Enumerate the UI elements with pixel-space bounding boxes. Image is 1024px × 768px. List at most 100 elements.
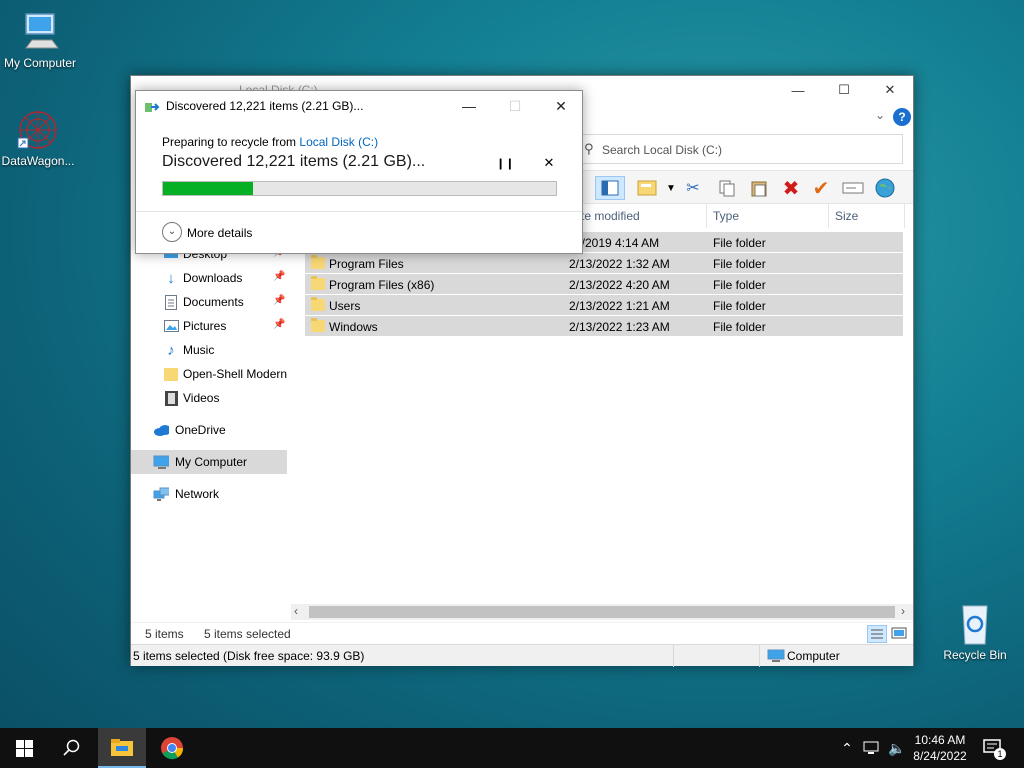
folder-options-icon[interactable] (635, 176, 659, 200)
help-icon[interactable]: ? (893, 108, 911, 126)
file-date: 2/13/2022 4:20 AM (569, 278, 670, 292)
desktop-icon-datawagon[interactable]: DataWagon... (0, 108, 78, 168)
expand-chevron-icon[interactable]: ⌄ (162, 222, 182, 242)
ribbon-expand-icon[interactable]: ⌄ (875, 108, 885, 122)
file-name: Program Files (329, 257, 404, 271)
table-row[interactable]: Users 2/13/2022 1:21 AM File folder (305, 295, 903, 316)
show-hidden-icons-button[interactable]: ⌃ (838, 728, 856, 768)
file-explorer-icon (111, 739, 133, 756)
column-type[interactable]: Type (707, 204, 829, 228)
resize-grip[interactable] (909, 651, 910, 652)
delete-icon[interactable]: ✖ (779, 176, 803, 200)
pin-icon: 📌 (273, 319, 286, 330)
preview-pane-icon[interactable] (595, 176, 625, 200)
dialog-maximize-button[interactable]: ☐ (492, 91, 538, 121)
volume-icon[interactable]: 🔈 (886, 728, 908, 768)
recycle-operation-icon (145, 100, 161, 117)
nav-item-downloads[interactable]: ↓ Downloads 📌 (131, 266, 287, 290)
more-details-button[interactable]: More details (187, 226, 252, 240)
file-date: 7/2019 4:14 AM (575, 236, 660, 250)
scrollbar-thumb[interactable] (309, 606, 895, 618)
computer-icon (18, 10, 62, 54)
file-type: File folder (713, 236, 766, 250)
search-button[interactable] (48, 728, 96, 768)
dialog-close-button[interactable]: ✕ (538, 91, 584, 121)
desktop-icon-my-computer[interactable]: My Computer (0, 10, 80, 70)
maximize-button[interactable]: ☐ (821, 76, 867, 104)
status-bar: 5 items 5 items selected (131, 622, 913, 644)
network-status-icon[interactable] (860, 728, 884, 768)
properties-check-icon[interactable]: ✔ (809, 176, 833, 200)
folder-icon (311, 318, 325, 332)
recycle-progress-dialog: Discovered 12,221 items (2.21 GB)... — ☐… (135, 90, 583, 254)
close-button[interactable]: ✕ (867, 76, 913, 104)
nav-item-music[interactable]: ♪ Music (131, 338, 287, 362)
copy-icon[interactable] (715, 176, 739, 200)
file-date: 2/13/2022 1:21 AM (569, 299, 670, 313)
details-status-bar: 5 items selected (Disk free space: 93.9 … (131, 644, 913, 667)
selected-count: 5 items selected (204, 627, 291, 641)
nav-item-open-shell[interactable]: Open-Shell Modern (131, 362, 287, 386)
desktop-icon-label: My Computer (3, 56, 77, 70)
file-type: File folder (713, 257, 766, 271)
progress-bar (162, 181, 557, 196)
progress-fill (163, 182, 254, 195)
start-button[interactable] (0, 728, 48, 768)
desktop-icon-recycle-bin[interactable]: Recycle Bin (935, 602, 1015, 662)
cloud-icon (153, 422, 169, 438)
search-input[interactable]: ⚲ Search Local Disk (C:) (579, 134, 903, 164)
globe-icon[interactable] (873, 176, 897, 200)
film-icon (163, 390, 179, 406)
file-type: File folder (713, 320, 766, 334)
cut-icon[interactable]: ✂ (681, 176, 705, 200)
minimize-button[interactable]: — (775, 76, 821, 104)
nav-item-documents[interactable]: Documents 📌 (131, 290, 287, 314)
dialog-title: Discovered 12,221 items (2.21 GB)... (166, 99, 364, 113)
folder-icon (163, 366, 179, 382)
table-row[interactable]: Program Files 2/13/2022 1:32 AM File fol… (305, 253, 903, 274)
pin-icon: 📌 (273, 271, 286, 282)
folder-icon (311, 297, 325, 311)
table-row[interactable]: Program Files (x86) 2/13/2022 4:20 AM Fi… (305, 274, 903, 295)
file-date: 2/13/2022 1:23 AM (569, 320, 670, 334)
network-icon (153, 486, 169, 502)
cancel-button[interactable]: ✕ (542, 155, 556, 170)
pin-icon: 📌 (273, 295, 286, 306)
scroll-right-icon[interactable]: › (901, 604, 905, 618)
details-view-icon[interactable] (867, 625, 887, 643)
taskbar-chrome[interactable] (148, 728, 196, 768)
scroll-left-icon[interactable]: ‹ (294, 604, 298, 618)
computer-icon (767, 649, 785, 666)
rename-icon[interactable] (841, 176, 865, 200)
taskbar-file-explorer[interactable] (98, 728, 146, 768)
horizontal-scrollbar[interactable]: ‹ › (291, 604, 913, 620)
nav-item-videos[interactable]: Videos (131, 386, 287, 410)
nav-item-network[interactable]: Network (131, 482, 287, 506)
chrome-icon (161, 737, 184, 760)
table-row[interactable]: Windows 2/13/2022 1:23 AM File folder (305, 316, 903, 337)
pictures-icon (163, 318, 179, 334)
divider (759, 645, 760, 667)
toolbar: ▼ ✂ ✖ ✔ (581, 170, 913, 204)
column-date-modified[interactable]: te modified (575, 204, 707, 228)
recycle-bin-icon (953, 602, 997, 646)
paste-icon[interactable] (747, 176, 771, 200)
source-link[interactable]: Local Disk (C:) (299, 135, 378, 149)
nav-item-onedrive[interactable]: OneDrive (131, 418, 287, 442)
clock-time: 10:46 AM (914, 733, 966, 747)
dialog-headline: Discovered 12,221 items (2.21 GB)... (162, 153, 426, 170)
action-center-button[interactable]: 1 (978, 728, 1008, 768)
dropdown-arrow-icon[interactable]: ▼ (659, 176, 683, 200)
preparing-line: Preparing to recycle from Local Disk (C:… (162, 135, 378, 149)
column-size[interactable]: Size (829, 204, 905, 228)
item-count: 5 items (145, 627, 184, 641)
dialog-minimize-button[interactable]: — (446, 91, 492, 121)
nav-item-pictures[interactable]: Pictures 📌 (131, 314, 287, 338)
network-globe-icon (16, 108, 60, 152)
large-icons-view-icon[interactable] (891, 626, 909, 642)
nav-item-my-computer[interactable]: My Computer (131, 450, 287, 474)
pause-button[interactable]: ❙❙ (496, 157, 514, 171)
clock[interactable]: 10:46 AM 8/24/2022 (912, 732, 968, 764)
notification-badge: 1 (994, 748, 1006, 760)
divider (673, 645, 674, 667)
